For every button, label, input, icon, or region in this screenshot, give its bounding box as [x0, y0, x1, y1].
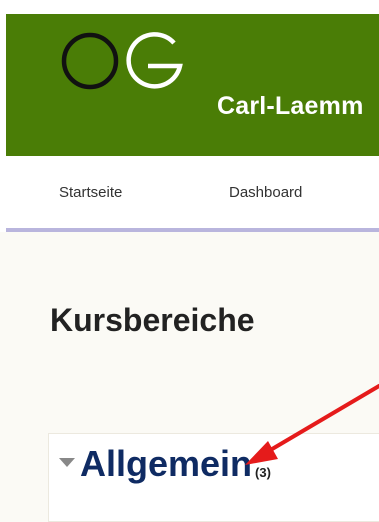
collapse-triangle-icon[interactable]	[59, 458, 75, 467]
nav-item-dashboard[interactable]: Dashboard	[229, 184, 302, 201]
top-strip	[0, 0, 379, 14]
category-item: Allgemein (3)	[48, 433, 379, 522]
site-header: Carl-Laemm	[6, 14, 379, 156]
category-course-count: (3)	[255, 465, 271, 480]
page: Carl-Laemm Startseite Dashboard Kursbere…	[0, 0, 379, 522]
og-logo-icon[interactable]	[56, 26, 196, 114]
main-navigation: Startseite Dashboard	[0, 156, 379, 228]
category-heading: Allgemein (3)	[59, 446, 271, 482]
nav-item-startseite[interactable]: Startseite	[59, 184, 122, 201]
site-title[interactable]: Carl-Laemm	[217, 92, 364, 121]
page-title: Kursbereiche	[50, 302, 255, 338]
main-content: Kursbereiche Allgemein (3)	[0, 232, 379, 522]
category-link[interactable]: Allgemein	[80, 446, 252, 482]
